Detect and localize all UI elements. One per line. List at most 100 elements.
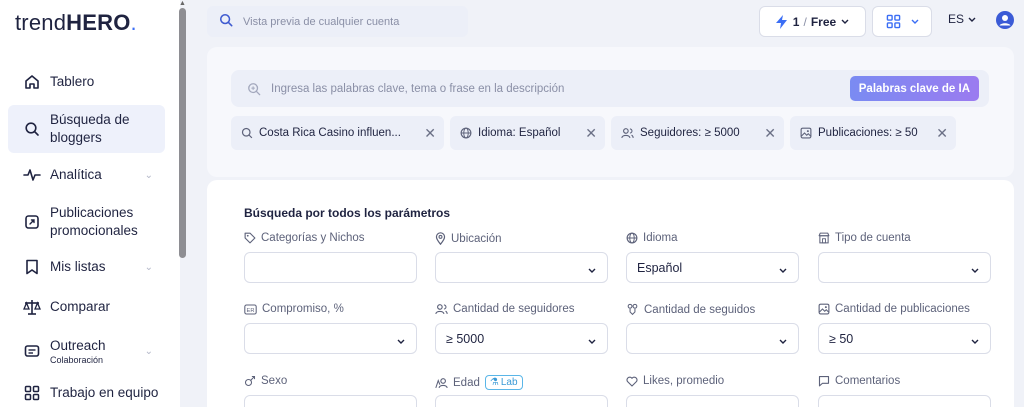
search-icon xyxy=(219,13,233,30)
close-icon[interactable]: ✕ xyxy=(926,125,948,142)
sidebar-item-label: Trabajo en equipo xyxy=(50,385,159,400)
chevron-down-icon xyxy=(779,262,787,276)
gender-label: Sexo xyxy=(244,375,287,387)
filter-chip-keywords[interactable]: Costa Rica Casino influen... ✕ xyxy=(231,116,444,150)
lightning-icon xyxy=(775,14,787,29)
followers-count-label: Cantidad de seguidores xyxy=(435,303,574,315)
tag-icon xyxy=(244,232,256,244)
scales-icon xyxy=(20,299,44,315)
sidebar-item-label: Analítica xyxy=(50,167,102,182)
age-label: Edad ⚗ Lab xyxy=(435,375,523,390)
ai-keywords-button[interactable]: Palabras clave de IA xyxy=(849,76,979,101)
engagement-select[interactable] xyxy=(244,323,417,354)
chevron-down-icon xyxy=(968,17,976,22)
sidebar-item-label: Mis listas xyxy=(50,259,106,274)
user-account-icon[interactable] xyxy=(996,11,1014,32)
bookmark-icon xyxy=(20,259,44,275)
likes-select[interactable] xyxy=(626,395,799,407)
comments-label: Comentarios xyxy=(818,375,900,387)
keyword-search-icon xyxy=(241,127,253,139)
chevron-down-icon: ⌄ xyxy=(144,261,153,273)
sidebar-item-mis-listas[interactable]: Mis listas ⌄ xyxy=(8,257,165,277)
language-filter-label: Idioma xyxy=(626,232,678,244)
team-grid-icon xyxy=(20,385,44,401)
apps-menu-button[interactable] xyxy=(872,6,932,37)
scroll-up-arrow-icon[interactable]: ▲ xyxy=(178,0,187,8)
sidebar-item-label: Publicaciones promocionales xyxy=(50,205,138,238)
account-type-select[interactable] xyxy=(818,252,991,283)
plan-separator: / xyxy=(803,14,807,29)
following-count-select[interactable] xyxy=(626,323,799,354)
posts-count-label: Cantidad de publicaciones xyxy=(818,303,970,315)
chevron-down-icon xyxy=(588,333,596,347)
chevron-down-icon xyxy=(397,333,405,347)
age-select[interactable] xyxy=(435,395,608,407)
account-preview-search[interactable] xyxy=(207,6,468,37)
sidebar-item-tablero[interactable]: Tablero xyxy=(8,72,165,92)
followers-icon xyxy=(621,127,634,139)
language-label: ES xyxy=(948,12,965,26)
lab-badge: ⚗ Lab xyxy=(484,375,523,390)
trendhero-logo[interactable]: trendHERO. xyxy=(15,10,137,36)
close-icon[interactable]: ✕ xyxy=(575,125,597,142)
sidebar-item-label: Tablero xyxy=(50,74,95,89)
active-filter-chips: Costa Rica Casino influen... ✕ Idioma: E… xyxy=(231,116,956,150)
followers-count-select[interactable]: ≥ 5000 xyxy=(435,323,608,354)
globe-icon xyxy=(626,232,638,244)
analytics-icon xyxy=(20,168,44,182)
sidebar-item-publicaciones-promocionales[interactable]: Publicaciones promocionales xyxy=(8,202,165,242)
close-icon[interactable]: ✕ xyxy=(414,125,436,142)
chip-label: Publicaciones: ≥ 50 xyxy=(818,127,918,139)
search-icon xyxy=(20,121,44,137)
promo-posts-icon xyxy=(20,214,44,230)
filter-chip-idioma[interactable]: Idioma: Español ✕ xyxy=(450,116,605,150)
topbar: 1 / Free ES xyxy=(190,0,1024,44)
plan-name: Free xyxy=(810,14,837,29)
sidebar-item-sublabel: Colaboración xyxy=(50,355,104,365)
following-count-label: Cantidad de seguidos xyxy=(626,303,755,316)
age-icon xyxy=(435,377,448,389)
chevron-down-icon: ⌄ xyxy=(144,345,153,357)
chevron-down-icon xyxy=(841,19,849,24)
sidebar-item-outreach[interactable]: Outreach Colaboración ⌄ xyxy=(8,336,165,366)
language-select[interactable]: Español xyxy=(626,252,799,283)
gender-select[interactable] xyxy=(244,395,417,407)
keywords-panel: Ingresa las palabras clave, tema o frase… xyxy=(207,47,1014,177)
sidebar-item-busqueda-de-bloggers[interactable]: Búsqueda de bloggers xyxy=(8,105,165,153)
keyword-search-icon xyxy=(247,82,261,96)
filters-panel: Búsqueda por todos los parámetros Catego… xyxy=(207,180,1014,407)
location-select[interactable] xyxy=(435,252,608,283)
comments-select[interactable] xyxy=(818,395,991,407)
sidebar-item-comparar[interactable]: Comparar xyxy=(8,297,165,317)
language-selector[interactable]: ES xyxy=(948,12,976,26)
plan-button[interactable]: 1 / Free xyxy=(759,6,866,37)
search-input[interactable] xyxy=(243,15,443,28)
location-label: Ubicación xyxy=(435,232,502,245)
chevron-down-icon xyxy=(971,262,979,276)
filter-chip-publicaciones[interactable]: Publicaciones: ≥ 50 ✕ xyxy=(790,116,956,150)
filter-chip-seguidores[interactable]: Seguidores: ≥ 5000 ✕ xyxy=(611,116,784,150)
keywords-placeholder: Ingresa las palabras clave, tema o frase… xyxy=(271,82,565,95)
keywords-input[interactable]: Ingresa las palabras clave, tema o frase… xyxy=(231,70,989,107)
chip-label: Costa Rica Casino influen... xyxy=(259,127,401,139)
flask-icon: ⚗ xyxy=(489,377,499,388)
followers-icon xyxy=(435,303,448,315)
sidebar-item-label: Búsqueda de bloggers xyxy=(50,112,130,145)
posts-count-select[interactable]: ≥ 50 xyxy=(818,323,991,354)
close-icon[interactable]: ✕ xyxy=(754,125,776,142)
svg-text:ER: ER xyxy=(247,307,255,313)
likes-label: Likes, promedio xyxy=(626,375,724,387)
categories-input[interactable] xyxy=(244,252,417,283)
sidebar-scrollbar[interactable] xyxy=(179,8,186,258)
account-type-label: Tipo de cuenta xyxy=(818,232,911,244)
chevron-down-icon xyxy=(971,333,979,347)
sidebar-item-analitica[interactable]: Analítica ⌄ xyxy=(8,165,165,185)
image-icon xyxy=(818,303,830,315)
sidebar-item-trabajo-en-equipo[interactable]: Trabajo en equipo xyxy=(8,383,165,403)
home-icon xyxy=(20,74,44,90)
sidebar-item-label: Comparar xyxy=(50,299,111,314)
chevron-down-icon: ⌄ xyxy=(144,169,153,181)
chevron-down-icon xyxy=(779,333,787,347)
categories-label: Categorías y Nichos xyxy=(244,232,365,244)
gender-icon xyxy=(244,375,256,387)
